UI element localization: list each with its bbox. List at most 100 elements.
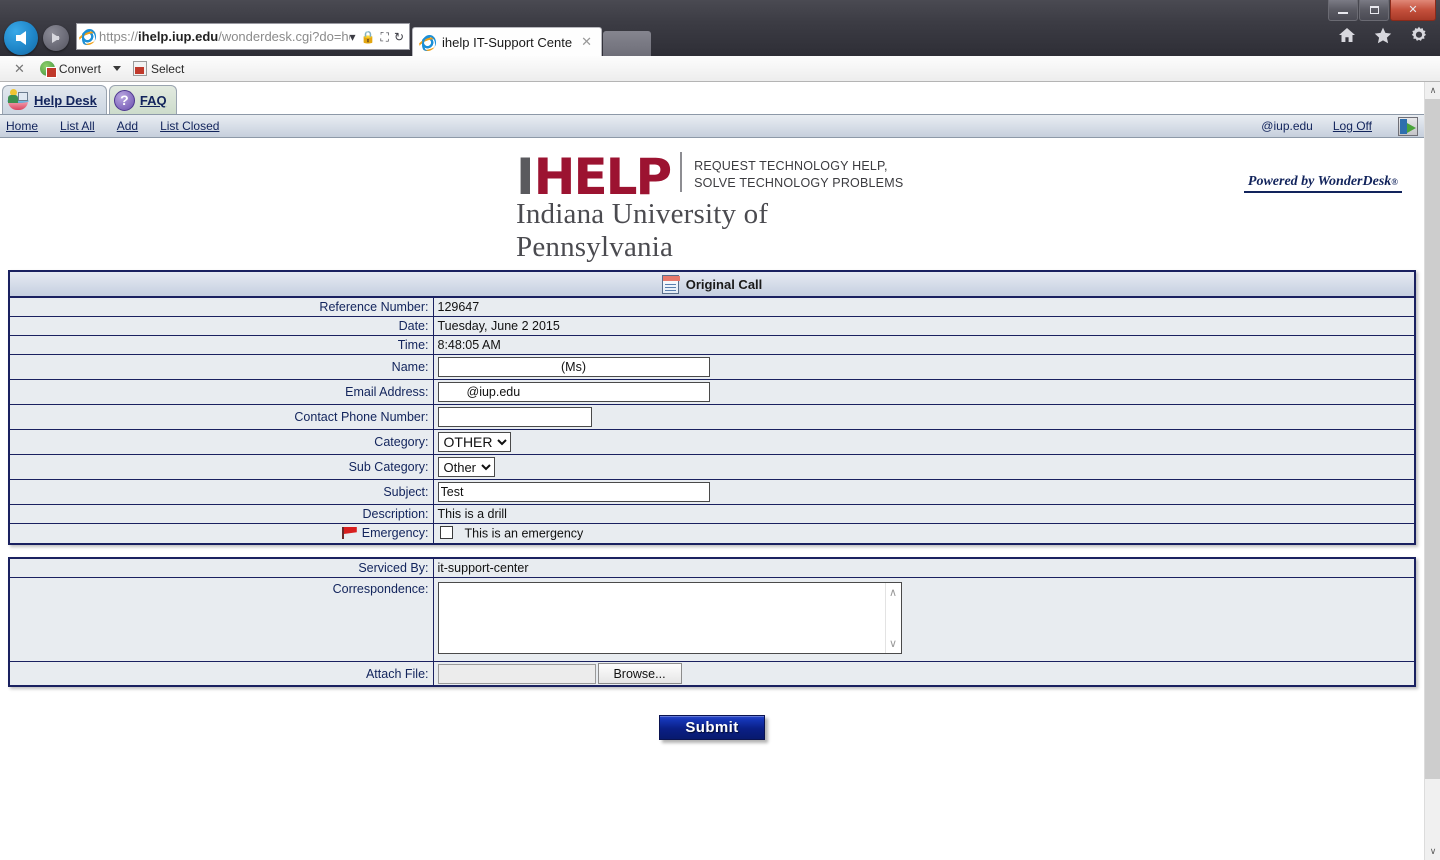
tab-close-icon[interactable]: ✕ <box>578 34 595 50</box>
name-label: Name: <box>8 354 434 380</box>
name-input[interactable] <box>437 357 710 377</box>
nav-link-list-closed[interactable]: List Closed <box>160 119 219 133</box>
subcategory-select[interactable]: Other <box>437 457 495 477</box>
emergency-checkbox[interactable] <box>439 526 453 540</box>
browser-tab-title: ihelp IT-Support Center <box>442 34 573 50</box>
back-button[interactable] <box>2 20 40 56</box>
tab-help-desk-label[interactable]: Help Desk <box>34 93 97 108</box>
row-emergency: Emergency: This is an emergency <box>8 523 1416 545</box>
scroll-up-icon[interactable]: ∧ <box>889 586 897 599</box>
new-tab-button[interactable] <box>603 31 651 56</box>
logo-letter-i: I <box>516 148 535 206</box>
phone-label: Contact Phone Number: <box>8 404 434 430</box>
acrobat-toolbar: ✕ Convert Select <box>0 56 1440 82</box>
lock-icon: 🔒 <box>360 29 376 44</box>
date-label: Date: <box>8 316 434 336</box>
nav-link-list-all[interactable]: List All <box>60 119 95 133</box>
time-label: Time: <box>8 335 434 355</box>
minimize-button[interactable] <box>1328 0 1358 21</box>
star-icon[interactable] <box>1374 27 1392 44</box>
email-label: Email Address: <box>8 379 434 405</box>
time-value: 8:48:05 AM <box>432 335 1416 355</box>
browser-command-icons <box>1338 26 1428 44</box>
tab-help-desk[interactable]: Help Desk <box>2 85 107 114</box>
red-flag-icon <box>341 526 358 539</box>
browse-button[interactable]: Browse... <box>597 663 682 685</box>
reference-number-value: 129647 <box>432 296 1416 317</box>
row-subcategory: Sub Category: Other <box>8 454 1416 480</box>
helpdesk-icon <box>7 89 29 111</box>
chevron-down-icon[interactable]: ▾ <box>350 31 356 43</box>
scroll-down-icon[interactable]: ∨ <box>889 637 897 650</box>
nav-link-home[interactable]: Home <box>6 119 38 133</box>
emergency-checkbox-label: This is an emergency <box>464 526 584 541</box>
convert-globe-icon <box>39 61 57 78</box>
convert-dropdown-button[interactable] <box>110 66 124 71</box>
attach-file-path-field[interactable] <box>437 663 596 684</box>
email-input[interactable] <box>437 382 710 402</box>
logo-university-name: Indiana University of Pennsylvania <box>516 198 769 263</box>
scrollbar-thumb[interactable] <box>1425 99 1440 779</box>
row-category: Category: OTHER <box>8 429 1416 455</box>
category-select[interactable]: OTHER <box>437 432 511 452</box>
subject-label: Subject: <box>8 479 434 505</box>
ihelp-logo-area: I HELP REQUEST TECHNOLOGY HELP, SOLVE TEC… <box>0 138 1424 270</box>
address-bar-url: https://ihelp.iup.edu/wonderdesk.cgi?do=… <box>96 24 350 49</box>
registered-mark: ® <box>1391 177 1398 187</box>
ihelp-logo: I HELP REQUEST TECHNOLOGY HELP, SOLVE TEC… <box>516 152 908 264</box>
browser-nav-row: https://ihelp.iup.edu/wonderdesk.cgi?do=… <box>0 20 1440 56</box>
correspondence-textarea[interactable] <box>437 582 902 655</box>
category-label: Category: <box>8 429 434 455</box>
correspondence-textarea-wrap: ∧ ∨ <box>437 582 902 657</box>
address-bar[interactable]: https://ihelp.iup.edu/wonderdesk.cgi?do=… <box>76 23 410 50</box>
compatibility-view-icon[interactable]: ⛶ <box>381 31 389 43</box>
window-controls: ✕ <box>1327 0 1436 22</box>
home-icon[interactable] <box>1338 27 1356 43</box>
select-label: Select <box>150 61 185 76</box>
toolbar-close-icon[interactable]: ✕ <box>8 61 31 77</box>
phone-input[interactable] <box>437 407 592 427</box>
convert-button[interactable]: Convert <box>37 61 104 78</box>
url-scheme: https:// <box>99 29 139 44</box>
file-input-group: Browse... <box>437 663 1411 685</box>
browser-tab[interactable]: ihelp IT-Support Center ✕ <box>412 27 602 56</box>
row-correspondence: Correspondence: ∧ ∨ <box>8 577 1416 663</box>
logoff-door-icon[interactable] <box>1398 116 1418 136</box>
url-path: /wonderdesk.cgi?do=hd_home&q <box>218 29 349 44</box>
scrollbar-down-arrow[interactable]: ∨ <box>1425 843 1440 860</box>
gear-icon[interactable] <box>1410 26 1428 44</box>
row-phone: Contact Phone Number: <box>8 404 1416 430</box>
serviced-by-value: it-support-center <box>432 557 1416 579</box>
logo-tagline: REQUEST TECHNOLOGY HELP, SOLVE TECHNOLOG… <box>680 152 903 192</box>
back-arrow-icon <box>4 21 38 55</box>
subject-input[interactable] <box>437 482 710 502</box>
tab-faq[interactable]: ? FAQ <box>108 85 177 114</box>
refresh-icon[interactable]: ↻ <box>394 31 404 43</box>
row-attach-file: Attach File: Browse... <box>8 661 1416 687</box>
maximize-button[interactable] <box>1359 0 1389 21</box>
row-serviced-by: Serviced By: it-support-center <box>8 557 1416 579</box>
application-tabs: Help Desk ? FAQ <box>0 82 1424 114</box>
scrollbar-up-arrow[interactable]: ∧ <box>1425 82 1440 99</box>
reference-number-label: Reference Number: <box>8 296 434 317</box>
page-scrollbar[interactable]: ∧ ∨ <box>1424 82 1440 860</box>
close-window-button[interactable]: ✕ <box>1390 0 1436 21</box>
textarea-scrollbar[interactable]: ∧ ∨ <box>884 583 901 654</box>
submit-button[interactable]: Submit <box>659 715 765 741</box>
nav-link-add[interactable]: Add <box>117 119 138 133</box>
powered-by-wonderdesk: Powered by WonderDesk® <box>1243 174 1402 193</box>
page-content: Help Desk ? FAQ Powered by WonderDesk® H… <box>0 82 1424 860</box>
row-date: Date: Tuesday, June 2 2015 <box>8 316 1416 336</box>
url-host: ihelp.iup.edu <box>138 29 219 44</box>
row-time: Time: 8:48:05 AM <box>8 335 1416 355</box>
row-reference-number: Reference Number: 129647 <box>8 296 1416 317</box>
row-subject: Subject: <box>8 479 1416 505</box>
select-pdf-icon <box>132 61 147 76</box>
browser-window-chrome: ✕ https://ihelp.iup.edu/wonderdesk.cgi?d… <box>0 0 1440 56</box>
correspondence-label: Correspondence: <box>8 577 434 663</box>
select-button[interactable]: Select <box>130 61 187 76</box>
description-value: This is a drill <box>432 504 1416 524</box>
nav-link-log-off[interactable]: Log Off <box>1333 119 1372 133</box>
forward-button[interactable] <box>40 20 72 56</box>
tab-faq-label[interactable]: FAQ <box>140 93 167 108</box>
